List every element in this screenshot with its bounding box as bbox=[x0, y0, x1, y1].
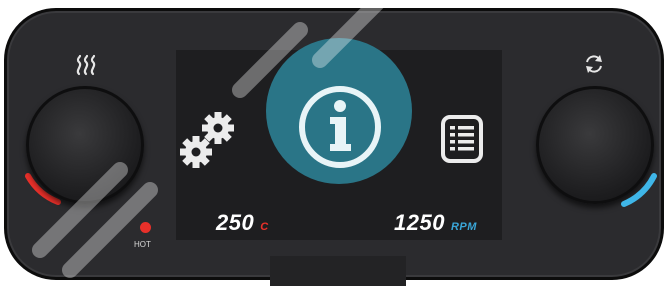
speed-unit: RPM bbox=[450, 221, 477, 233]
hot-indicator-light bbox=[140, 222, 151, 233]
speed-knob-arc bbox=[621, 173, 657, 207]
list-icon[interactable] bbox=[440, 114, 484, 164]
refresh-icon bbox=[586, 55, 602, 73]
temperature-readout: 250 C bbox=[216, 210, 269, 236]
heat-waves-icon bbox=[76, 54, 96, 76]
gears-icon[interactable] bbox=[180, 110, 242, 172]
bottom-panel-slot bbox=[270, 256, 406, 286]
info-icon[interactable] bbox=[297, 84, 383, 170]
temperature-value: 250 bbox=[216, 210, 255, 235]
temperature-knob[interactable] bbox=[26, 86, 144, 204]
speed-value: 1250 bbox=[394, 210, 445, 235]
temperature-unit: C bbox=[260, 221, 269, 233]
hot-indicator-label: HOT bbox=[134, 240, 151, 249]
speed-readout: 1250 RPM bbox=[394, 210, 477, 236]
